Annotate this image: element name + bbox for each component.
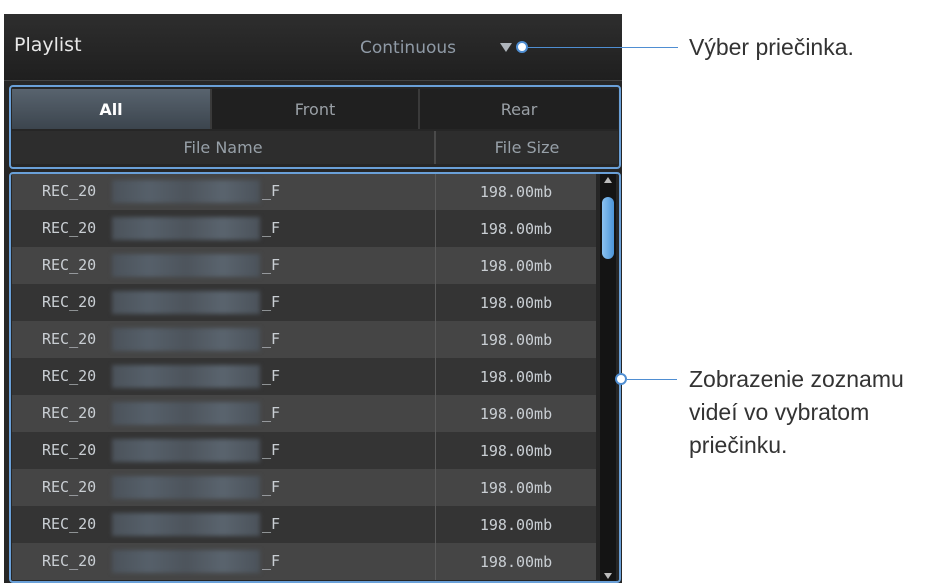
playlist-title: Playlist bbox=[14, 34, 82, 56]
callout-line-folder bbox=[528, 47, 678, 48]
callout-folder: Výber priečinka. bbox=[689, 34, 854, 60]
callout-line-list bbox=[627, 379, 677, 380]
callout-list-line1: Zobrazenie zoznamu bbox=[689, 366, 904, 392]
tabs-highlight-box bbox=[9, 85, 621, 169]
callout-dot-list bbox=[615, 373, 627, 385]
folder-select[interactable]: Continuous bbox=[360, 38, 456, 58]
chevron-down-icon[interactable] bbox=[500, 43, 512, 52]
callout-dot-folder bbox=[516, 41, 528, 53]
callout-list-line2: videí vo vybratom bbox=[689, 399, 870, 425]
callout-list-line3: priečinku. bbox=[689, 432, 788, 458]
list-highlight-box bbox=[9, 172, 621, 583]
callout-list: Zobrazenie zoznamu videí vo vybratom pri… bbox=[689, 363, 904, 462]
